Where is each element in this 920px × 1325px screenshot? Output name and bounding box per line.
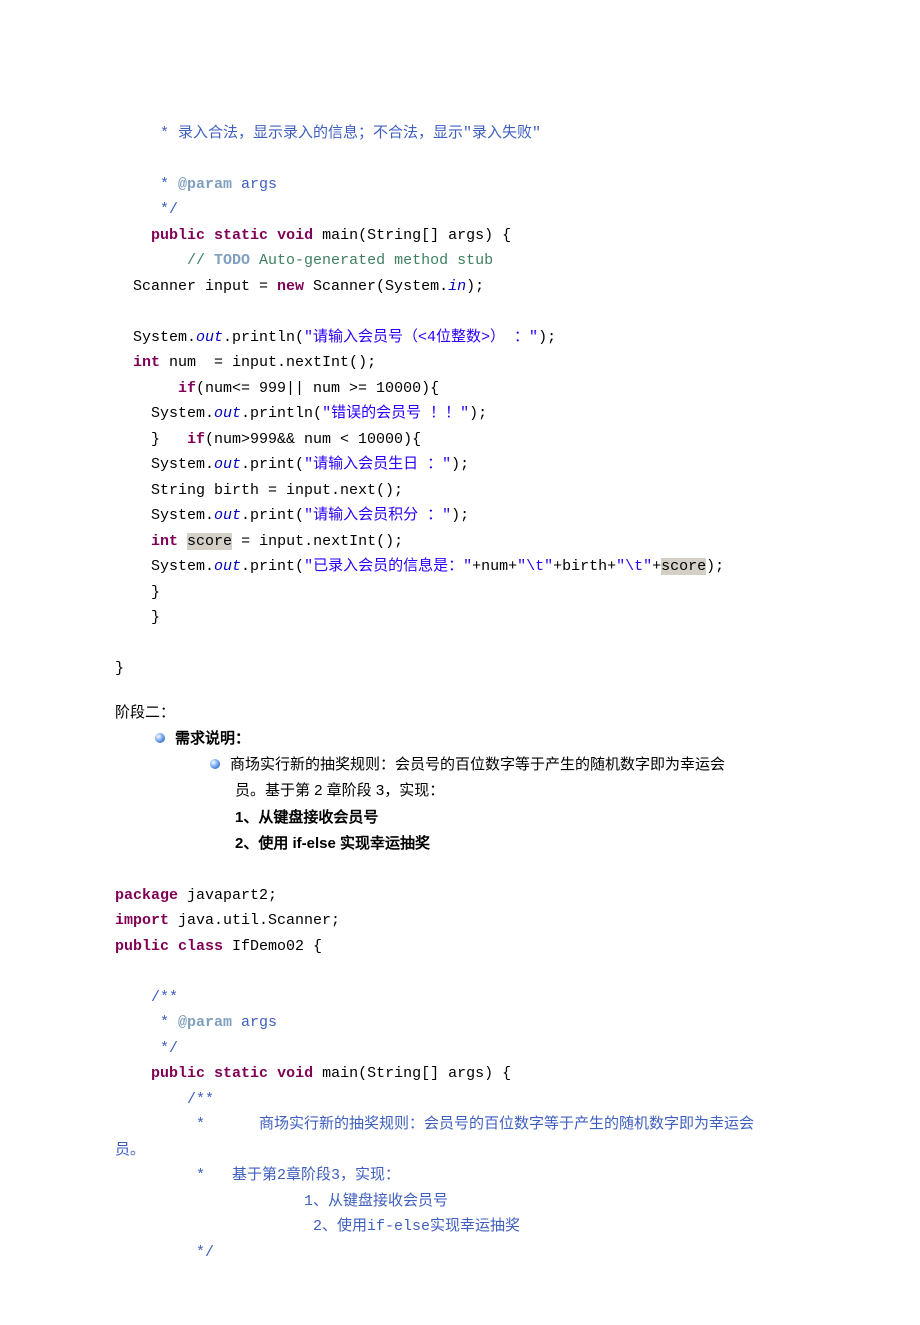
numbered-item-2: 2、使用 if-else 实现幸运抽奖 [235,831,805,857]
field-in: in [448,278,466,295]
string-literal: "错误的会员号 ！！" [322,405,469,422]
param-tag: @param [178,1014,232,1031]
field-out: out [214,507,241,524]
keyword-public: public [151,1065,205,1082]
highlighted-var: score [661,558,706,575]
bullet-description: 商场实行新的抽奖规则：会员号的百位数字等于产生的随机数字即为幸运会 [210,752,805,778]
code-line: = input.nextInt(); [232,533,403,550]
code-line: } [115,431,187,448]
javadoc-line: 员。 [115,1142,145,1159]
javadoc-line: * 商场实行新的抽奖规则：会员号的百位数字等于产生的随机数字即为幸运会 [115,1116,754,1133]
string-literal: "已录入会员的信息是：" [304,558,472,575]
code-line: System. [115,405,214,422]
javadoc-line: * @param args [115,176,277,193]
javadoc-line: * 录入合法，显示录入的信息；不合法，显示"录入失败" [115,125,541,142]
javadoc-line: 2、使用if-else实现幸运抽奖 [115,1218,520,1235]
highlighted-var: score [187,533,232,550]
bullet-icon [155,733,165,743]
code-line: (num<= 999|| num >= 10000){ [196,380,439,397]
stage-title: 阶段二： [115,700,805,726]
javadoc-close: */ [115,1244,214,1261]
method-sig: main(String[] args) { [313,1065,511,1082]
class-decl: IfDemo02 { [223,938,322,955]
keyword-static: static [214,227,268,244]
javadoc-line: * 基于第2章阶段3，实现： [115,1167,400,1184]
code-line: Scanner input = [115,278,277,295]
numbered-item-1: 1、从键盘接收会员号 [235,805,805,831]
code-block-2: package javapart2; import java.util.Scan… [115,857,805,1265]
description-cont: 员。基于第 2 章阶段 3，实现： [235,778,805,804]
keyword-int: int [151,533,178,550]
code-line: (num>999&& num < 10000){ [205,431,421,448]
requirement-label: 需求说明： [175,726,250,752]
code-closing: } } } [115,584,160,678]
string-literal: "请输入会员号（<4位整数>） ：" [304,329,538,346]
keyword-void: void [277,227,313,244]
code-line: System. [115,558,214,575]
keyword-new: new [277,278,304,295]
javadoc-line: * @param args [115,1014,277,1031]
code-line: javapart2; [178,887,277,904]
keyword-class: class [178,938,223,955]
keyword-void: void [277,1065,313,1082]
javadoc-close: */ [115,201,178,218]
string-literal: "\t" [616,558,652,575]
keyword-import: import [115,912,169,929]
keyword-public: public [115,938,169,955]
javadoc-close: */ [115,1040,178,1057]
code-line: String birth = input.next(); [115,482,403,499]
keyword-if: if [187,431,205,448]
string-literal: "\t" [517,558,553,575]
bullet-requirement: 需求说明： [155,726,805,752]
keyword-package: package [115,887,178,904]
field-out: out [214,405,241,422]
code-line: System. [115,329,196,346]
javadoc-open: /** [115,1091,214,1108]
code-block-1: * 录入合法，显示录入的信息；不合法，显示"录入失败" * @param arg… [115,95,805,682]
keyword-int: int [133,354,160,371]
keyword-static: static [214,1065,268,1082]
code-line: num = input.nextInt(); [160,354,376,371]
code-line: java.util.Scanner; [169,912,340,929]
code-line: System. [115,456,214,473]
method-sig: main(String[] args) { [313,227,511,244]
keyword-public: public [151,227,205,244]
comment: // TODO Auto-generated method stub [187,252,493,269]
code-line: System. [115,507,214,524]
description-text: 商场实行新的抽奖规则：会员号的百位数字等于产生的随机数字即为幸运会 [230,752,725,778]
field-out: out [214,456,241,473]
todo-tag: TODO [214,252,250,269]
field-out: out [196,329,223,346]
param-tag: @param [178,176,232,193]
keyword-if: if [178,380,196,397]
bullet-icon [210,759,220,769]
string-literal: "请输入会员积分 ：" [304,507,451,524]
page: * 录入合法，显示录入的信息；不合法，显示"录入失败" * @param arg… [0,0,920,1325]
doc-section: 阶段二： 需求说明： 商场实行新的抽奖规则：会员号的百位数字等于产生的随机数字即… [115,700,805,858]
string-literal: "请输入会员生日 ：" [304,456,451,473]
javadoc-open: /** [115,989,178,1006]
javadoc-line: 1、从键盘接收会员号 [115,1193,448,1210]
field-out: out [214,558,241,575]
